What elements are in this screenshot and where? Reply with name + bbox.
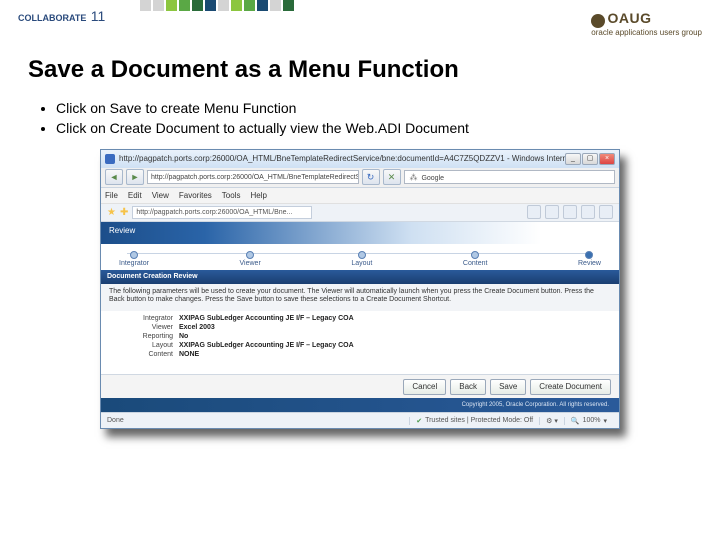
menu-favorites[interactable]: Favorites	[179, 188, 212, 203]
globe-icon	[591, 14, 605, 28]
browser-titlebar: http://pagpatch.ports.corp:26000/OA_HTML…	[101, 150, 619, 168]
address-bar[interactable]: http://pagpatch.ports.corp:26000/OA_HTML…	[147, 170, 359, 184]
oaug-logo: OAUG oracle applications users group	[591, 10, 702, 37]
tools-menu-button[interactable]	[599, 205, 613, 219]
menu-view[interactable]: View	[152, 188, 169, 203]
feeds-button[interactable]	[545, 205, 559, 219]
protected-mode-toggle[interactable]: ⚙ ▾	[539, 417, 564, 425]
cancel-button[interactable]: Cancel	[403, 379, 446, 395]
menu-help[interactable]: Help	[250, 188, 266, 203]
collaborate-logo: COLLABORATE 11	[18, 8, 105, 26]
window-title: http://pagpatch.ports.corp:26000/OA_HTML…	[119, 154, 565, 163]
menu-edit[interactable]: Edit	[128, 188, 142, 203]
browser-window: http://pagpatch.ports.corp:26000/OA_HTML…	[100, 149, 620, 430]
slide-bullets: Click on Save to create Menu Function Cl…	[28, 98, 692, 139]
decorative-squares	[140, 0, 294, 11]
review-values: IntegratorXXIPAG SubLedger Accounting JE…	[101, 311, 619, 374]
print-button[interactable]	[563, 205, 577, 219]
slide-header-banner: COLLABORATE 11 OAUG oracle applications …	[0, 0, 720, 48]
step-integrator[interactable]: Integrator	[119, 251, 149, 267]
browser-nav-toolbar: ◄ ► http://pagpatch.ports.corp:26000/OA_…	[101, 168, 619, 188]
kv-value: XXIPAG SubLedger Accounting JE I/F – Leg…	[179, 315, 354, 322]
search-box[interactable]: ⁂ Google	[404, 170, 616, 184]
action-button-bar: Cancel Back Save Create Document	[101, 374, 619, 398]
shield-icon: ✔	[416, 417, 422, 425]
status-trusted: Trusted sites | Protected Mode: Off	[425, 417, 533, 424]
kv-label: Viewer	[109, 324, 179, 331]
kv-value: No	[179, 333, 188, 340]
status-done: Done	[107, 417, 167, 424]
section-description: The following parameters will be used to…	[109, 288, 611, 306]
maximize-button[interactable]: ▢	[582, 153, 598, 165]
stop-button[interactable]: ✕	[383, 169, 401, 185]
wizard-step-train: Integrator Viewer Layout Content Review	[101, 244, 619, 270]
slide-title: Save a Document as a Menu Function	[28, 56, 692, 84]
favorites-star-icon[interactable]: ★	[107, 207, 116, 218]
kv-label: Layout	[109, 342, 179, 349]
browser-statusbar: Done ✔Trusted sites | Protected Mode: Of…	[101, 412, 619, 428]
page-content: Review Integrator Viewer Layout Content …	[101, 222, 619, 413]
kv-value: Excel 2003	[179, 324, 215, 331]
back-nav-button[interactable]: ◄	[105, 169, 123, 185]
review-label: Review	[109, 226, 135, 235]
browser-menubar: File Edit View Favorites Tools Help	[101, 188, 619, 204]
add-favorites-icon[interactable]: ✚	[120, 207, 128, 218]
save-button[interactable]: Save	[490, 379, 526, 395]
kv-label: Reporting	[109, 333, 179, 340]
oracle-copyright-footer: Copyright 2005, Oracle Corporation. All …	[101, 398, 619, 412]
bullet-item: Click on Save to create Menu Function	[56, 98, 692, 118]
page-menu-button[interactable]	[581, 205, 595, 219]
zoom-level[interactable]: 🔍 100% ▾	[564, 417, 613, 425]
section-heading: Document Creation Review	[101, 270, 619, 284]
create-document-button[interactable]: Create Document	[530, 379, 611, 395]
home-button[interactable]	[527, 205, 541, 219]
step-layout[interactable]: Layout	[351, 251, 372, 267]
menu-file[interactable]: File	[105, 188, 118, 203]
oaug-tagline: oracle applications users group	[591, 28, 702, 37]
ie-icon	[105, 154, 115, 164]
refresh-button[interactable]: ↻	[362, 169, 380, 185]
kv-value: NONE	[179, 351, 199, 358]
bullet-item: Click on Create Document to actually vie…	[56, 118, 692, 138]
menu-tools[interactable]: Tools	[222, 188, 241, 203]
collab-year: 11	[91, 8, 106, 24]
close-button[interactable]: ×	[599, 153, 615, 165]
kv-label: Content	[109, 351, 179, 358]
review-header-banner: Review	[101, 222, 619, 244]
minimize-button[interactable]: _	[565, 153, 581, 165]
section-body: The following parameters will be used to…	[101, 284, 619, 312]
kv-value: XXIPAG SubLedger Accounting JE I/F – Leg…	[179, 342, 354, 349]
browser-tabbar: ★ ✚ http://pagpatch.ports.corp:26000/OA_…	[101, 204, 619, 222]
collab-text: COLLABORATE	[18, 13, 86, 23]
kv-label: Integrator	[109, 315, 179, 322]
oaug-text: OAUG	[608, 10, 652, 26]
search-provider-icon: ⁂	[408, 173, 420, 182]
back-button[interactable]: Back	[450, 379, 486, 395]
search-provider-label: Google	[421, 175, 444, 182]
active-tab[interactable]: http://pagpatch.ports.corp:26000/OA_HTML…	[132, 206, 312, 219]
step-viewer[interactable]: Viewer	[240, 251, 261, 267]
step-content[interactable]: Content	[463, 251, 488, 267]
step-review[interactable]: Review	[578, 251, 601, 267]
forward-nav-button[interactable]: ►	[126, 169, 144, 185]
